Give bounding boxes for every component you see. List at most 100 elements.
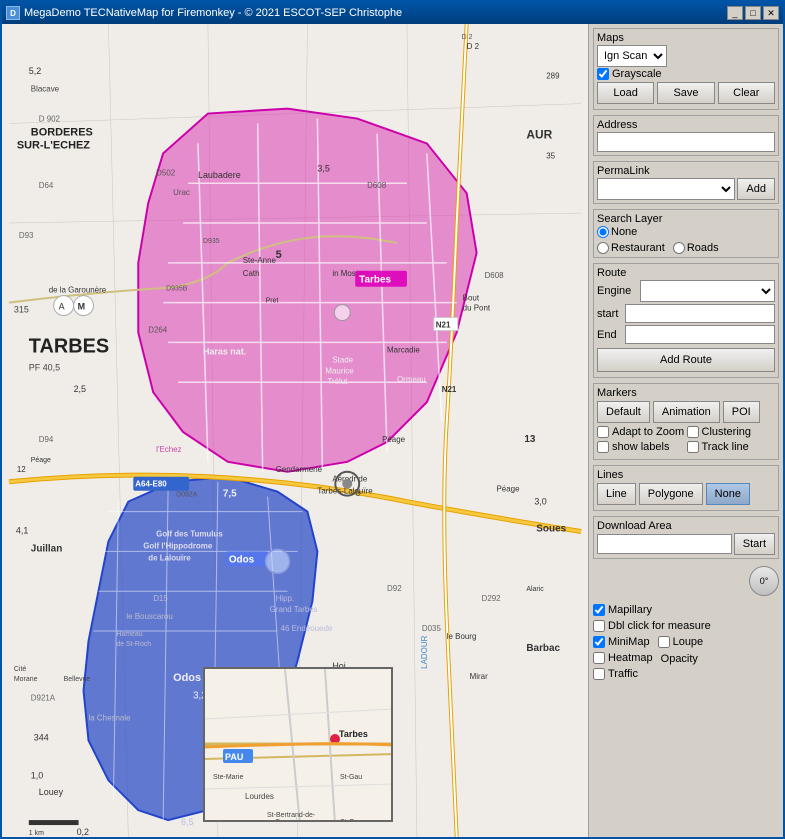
- line-button[interactable]: Line: [597, 483, 636, 505]
- add-route-button[interactable]: Add Route: [597, 348, 775, 372]
- svg-text:Maurice: Maurice: [325, 366, 354, 375]
- end-input[interactable]: [625, 325, 775, 344]
- svg-text:1,0: 1,0: [31, 770, 43, 780]
- animation-button[interactable]: Animation: [653, 401, 720, 423]
- svg-text:le Bouscarou: le Bouscarou: [126, 612, 172, 621]
- minimap-loupe-row: MiniMap Loupe: [593, 635, 779, 649]
- svg-text:4,1: 4,1: [16, 525, 28, 535]
- markers-label: Markers: [597, 387, 775, 399]
- traffic-checkbox[interactable]: [593, 668, 605, 680]
- show-labels-checkbox[interactable]: [597, 441, 609, 453]
- radio-roads[interactable]: [673, 242, 685, 254]
- start-input[interactable]: [625, 304, 775, 323]
- minimize-button[interactable]: _: [727, 6, 743, 20]
- svg-text:Morane: Morane: [14, 676, 38, 683]
- svg-text:Stade: Stade: [332, 355, 353, 364]
- svg-text:D64: D64: [39, 181, 54, 190]
- close-button[interactable]: ✕: [763, 6, 779, 20]
- svg-text:5: 5: [276, 249, 282, 261]
- clear-button[interactable]: Clear: [718, 82, 775, 104]
- radio-restaurant[interactable]: [597, 242, 609, 254]
- load-button[interactable]: Load: [597, 82, 654, 104]
- address-input[interactable]: tarbes: [597, 132, 775, 152]
- markers-section: Markers Default Animation POI Adapt to Z…: [593, 383, 779, 460]
- map-area[interactable]: D 902 D 2 289 35 N21 A64-E80 Blacave D 2…: [2, 24, 588, 837]
- track-line-checkbox[interactable]: [687, 441, 699, 453]
- svg-text:A64-E80: A64-E80: [135, 480, 167, 489]
- engine-select[interactable]: [640, 280, 775, 302]
- track-line-row: Track line: [687, 441, 776, 453]
- heatmap-opacity-row: Heatmap Opacity: [593, 651, 779, 665]
- svg-text:289: 289: [546, 72, 560, 81]
- svg-text:LADOUR: LADOUR: [420, 635, 429, 668]
- minimap: Tarbes PAU Ste-Marie Lourdes St-Bertrand…: [203, 667, 393, 822]
- loupe-checkbox[interactable]: [658, 636, 670, 648]
- svg-text:344: 344: [34, 732, 49, 742]
- svg-text:Péage: Péage: [382, 435, 406, 444]
- svg-text:M: M: [78, 302, 85, 312]
- search-layer-section: Search Layer None Restaurant Roads: [593, 209, 779, 258]
- svg-text:Cath: Cath: [243, 269, 260, 278]
- radio-restaurant-row: Restaurant: [597, 242, 665, 254]
- markers-buttons: Default Animation POI: [597, 401, 775, 423]
- svg-text:Juillan: Juillan: [31, 543, 62, 554]
- svg-text:D935B: D935B: [166, 286, 188, 293]
- heatmap-checkbox[interactable]: [593, 652, 605, 664]
- permalink-add-button[interactable]: Add: [737, 178, 775, 200]
- title-bar-left: D MegaDemo TECNativeMap for Firemonkey -…: [6, 6, 402, 20]
- maximize-button[interactable]: □: [745, 6, 761, 20]
- permalink-select[interactable]: [597, 178, 735, 200]
- clustering-checkbox[interactable]: [687, 426, 699, 438]
- svg-text:D92: D92: [387, 584, 402, 593]
- minimap-checkbox[interactable]: [593, 636, 605, 648]
- svg-text:de St-Roch: de St-Roch: [116, 641, 151, 648]
- compass: 0°: [749, 566, 779, 596]
- polygone-button[interactable]: Polygone: [639, 483, 703, 505]
- svg-text:PF 40,5: PF 40,5: [29, 362, 60, 372]
- compass-text: 0°: [760, 576, 769, 586]
- svg-text:St-Gau: St-Gau: [340, 774, 362, 781]
- svg-text:N21: N21: [442, 385, 457, 394]
- svg-text:3,5: 3,5: [317, 163, 329, 173]
- grayscale-checkbox[interactable]: [597, 68, 609, 80]
- dbl-click-checkbox[interactable]: [593, 620, 605, 632]
- svg-text:Golf l'Hippodrome: Golf l'Hippodrome: [143, 541, 213, 550]
- svg-text:Odos: Odos: [229, 554, 255, 565]
- traffic-row: Traffic: [593, 668, 779, 680]
- svg-text:D935: D935: [203, 238, 220, 245]
- svg-text:A: A: [59, 302, 65, 312]
- svg-text:35: 35: [546, 151, 555, 160]
- adapt-zoom-row: Adapt to Zoom: [597, 426, 686, 438]
- svg-text:D608: D608: [485, 271, 505, 280]
- save-button[interactable]: Save: [657, 82, 714, 104]
- svg-text:Barbac: Barbac: [526, 643, 560, 654]
- radio-none-row: None: [597, 226, 637, 238]
- svg-text:D 2: D 2: [462, 34, 473, 41]
- loupe-row: Loupe: [658, 636, 704, 648]
- traffic-label: Traffic: [608, 668, 638, 680]
- start-download-button[interactable]: Start: [734, 533, 775, 555]
- mapillary-checkbox[interactable]: [593, 604, 605, 616]
- adapt-zoom-checkbox[interactable]: [597, 426, 609, 438]
- end-label: End: [597, 329, 622, 341]
- poi-button[interactable]: POI: [723, 401, 760, 423]
- maps-dropdown[interactable]: Ign Scan: [597, 45, 667, 67]
- none-lines-button[interactable]: None: [706, 483, 750, 505]
- svg-text:Blacave: Blacave: [31, 85, 60, 94]
- svg-text:D93: D93: [19, 231, 34, 240]
- svg-text:Pret: Pret: [266, 298, 279, 305]
- svg-text:315: 315: [14, 305, 29, 315]
- radio-restaurant-label: Restaurant: [611, 242, 665, 254]
- svg-text:Lourdes: Lourdes: [245, 792, 274, 801]
- svg-text:de la Garounère: de la Garounère: [49, 286, 107, 295]
- dbl-click-row: Dbl click for measure: [593, 620, 779, 632]
- clustering-label: Clustering: [702, 426, 752, 438]
- show-labels-label: show labels: [612, 441, 669, 453]
- radio-none[interactable]: [597, 226, 609, 238]
- default-button[interactable]: Default: [597, 401, 650, 423]
- search-layer-radios: None Restaurant Roads: [597, 226, 775, 254]
- heatmap-row: Heatmap: [593, 652, 653, 664]
- engine-label: Engine: [597, 285, 637, 297]
- minimap-label: MiniMap: [608, 636, 650, 648]
- svg-text:6,5: 6,5: [181, 817, 193, 827]
